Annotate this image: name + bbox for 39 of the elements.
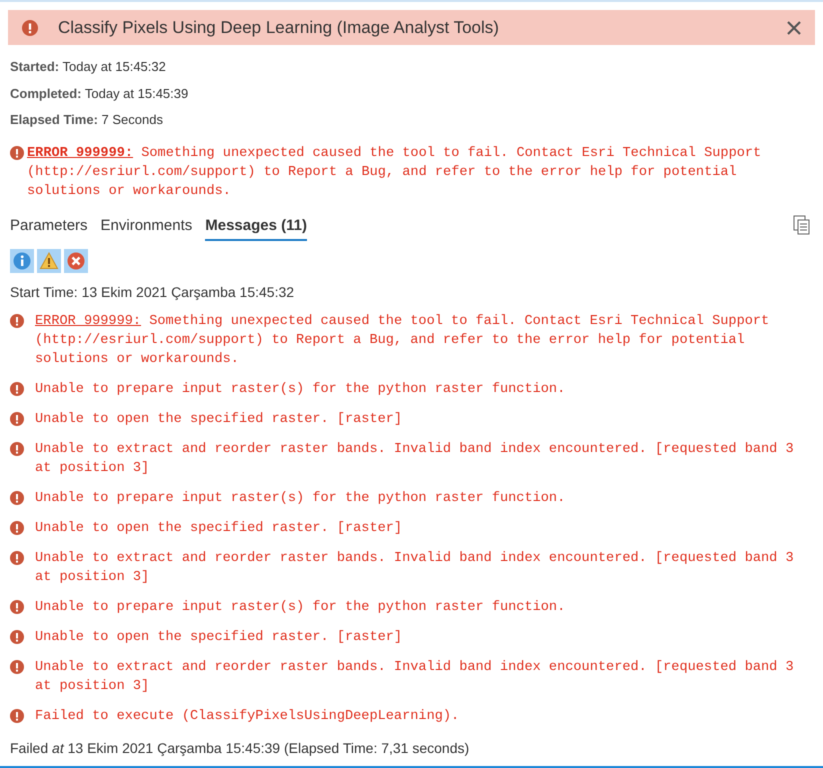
exclamation-icon	[10, 600, 24, 614]
window-title: Classify Pixels Using Deep Learning (Image Analyst Tools)	[58, 16, 500, 39]
exclamation-icon	[10, 382, 24, 396]
error-message: Unable to extract and reorder raster bands. Invalid band index encountered. [requested band 3 at position 3]	[35, 550, 795, 587]
exclamation-icon	[10, 709, 24, 723]
error-message: ERROR 999999: Something unexpected caused the tool to fail. Contact Esri Technical Support (http://esriurl.com/support) to Report a Bug, and refer to the error help for potential solutions or workarounds.	[27, 144, 762, 200]
error-message: Unable to prepare input raster(s) for the python raster function.	[35, 381, 566, 399]
error-message: Unable to open the specified raster. [raster]	[35, 629, 404, 647]
exclamation-icon	[10, 630, 24, 644]
exclamation-icon	[10, 442, 24, 456]
tab[interactable]: Parameters	[10, 214, 88, 241]
exclamation-icon	[10, 146, 24, 160]
exclamation-icon	[10, 412, 24, 426]
copy-icon[interactable]	[793, 214, 811, 234]
exclamation-icon	[10, 551, 24, 565]
exclamation-icon	[22, 20, 38, 36]
error-message: Unable to open the specified raster. [raster]	[35, 520, 404, 538]
info-filter-button[interactable]	[10, 249, 34, 273]
error-message: ERROR 999999: Something unexpected caused the tool to fail. Contact Esri Technical Support (http://esriurl.com/support) to Report a Bug, and refer to the error help for potential solutions or workarounds.	[35, 313, 770, 369]
exclamation-icon	[10, 491, 24, 505]
detail-text: Elapsed Time: 7 Seconds	[10, 111, 164, 129]
close-icon[interactable]	[787, 20, 801, 34]
error-message: Unable to extract and reorder raster bands. Invalid band index encountered. [requested band 3 at position 3]	[35, 659, 795, 696]
tab[interactable]: Environments	[100, 214, 192, 241]
exclamation-icon	[10, 314, 24, 328]
tab[interactable]: Messages (11)	[205, 214, 307, 241]
error-message: Unable to prepare input raster(s) for the python raster function.	[35, 599, 566, 617]
error-message: Unable to prepare input raster(s) for the python raster function.	[35, 490, 566, 508]
error-filter-button[interactable]	[64, 249, 88, 273]
error-message: Unable to extract and reorder raster bands. Invalid band index encountered. [requested band 3 at position 3]	[35, 441, 795, 478]
exclamation-icon	[10, 521, 24, 535]
detail-text: Completed: Today at 15:45:39	[10, 84, 190, 103]
message-text: Failed at 13 Ekim 2021 Çarşamba 15:45:39 (Elapsed Time: 7,31 seconds)	[10, 739, 470, 758]
message-text: Start Time: 13 Ekim 2021 Çarşamba 15:45:32	[10, 283, 296, 302]
exclamation-icon	[10, 660, 24, 674]
warning-filter-button[interactable]	[37, 249, 61, 273]
error-message: Failed to execute (ClassifyPixelsUsingDeepLearning).	[35, 708, 460, 726]
error-message: Unable to open the specified raster. [raster]	[35, 411, 404, 429]
detail-text: Started: Today at 15:45:32	[10, 58, 167, 76]
